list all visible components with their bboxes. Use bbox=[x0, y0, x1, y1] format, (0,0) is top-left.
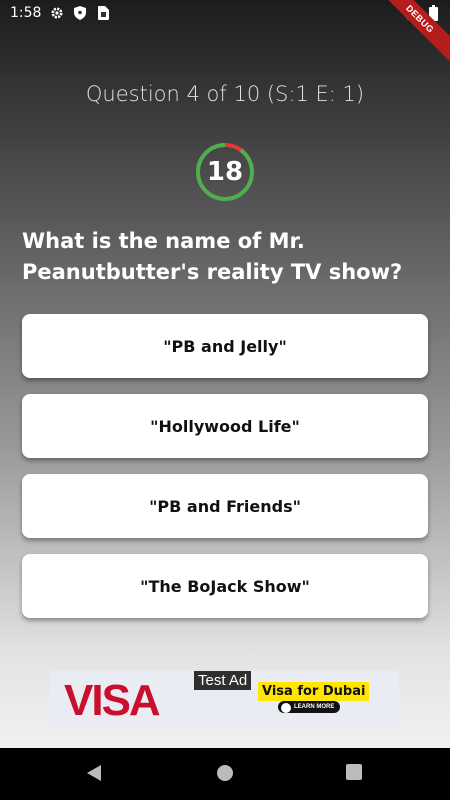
gear-icon bbox=[50, 6, 64, 23]
recents-icon[interactable] bbox=[346, 764, 362, 785]
ad-headline: Visa for Dubai bbox=[258, 682, 370, 701]
answer-label: "PB and Friends" bbox=[149, 496, 301, 516]
banner-ad[interactable]: VISA Test Ad Visa for Dubai LEARN MORE bbox=[50, 671, 399, 726]
quiz-screen: 1:58 DEBUG Question 4 of 10 (S:1 E: 1) 1… bbox=[0, 0, 450, 748]
answer-button[interactable]: "PB and Jelly" bbox=[22, 314, 428, 378]
answer-button[interactable]: "The BoJack Show" bbox=[22, 554, 428, 618]
sim-card-icon bbox=[98, 6, 109, 23]
status-time: 1:58 bbox=[10, 5, 42, 21]
ad-learn-more-label: LEARN MORE bbox=[294, 704, 335, 710]
question-text: What is the name of Mr. Peanutbutter's r… bbox=[22, 229, 403, 284]
answer-button[interactable]: "Hollywood Life" bbox=[22, 394, 428, 458]
question-counter: Question 4 of 10 (S:1 E: 1) bbox=[85, 82, 365, 106]
answer-button[interactable]: "PB and Friends" bbox=[22, 474, 428, 538]
back-icon[interactable] bbox=[86, 764, 102, 787]
answer-list: "PB and Jelly" "Hollywood Life" "PB and … bbox=[22, 314, 428, 634]
answer-label: "PB and Jelly" bbox=[163, 336, 287, 356]
home-icon[interactable] bbox=[216, 764, 234, 787]
ad-brand-text: VISA bbox=[64, 676, 161, 725]
ad-label: Test Ad bbox=[194, 671, 252, 690]
navigation-bar bbox=[0, 748, 450, 800]
timer-seconds: 18 bbox=[206, 157, 244, 187]
ad-brand-logo: VISA bbox=[64, 676, 161, 725]
answer-label: "Hollywood Life" bbox=[150, 416, 300, 436]
answer-label: "The BoJack Show" bbox=[140, 576, 310, 596]
status-bar: 1:58 bbox=[0, 0, 450, 28]
play-icon bbox=[281, 703, 291, 713]
ad-learn-more-button[interactable]: LEARN MORE bbox=[278, 701, 341, 713]
shield-icon bbox=[74, 6, 86, 23]
countdown-timer: 18 bbox=[195, 142, 255, 202]
